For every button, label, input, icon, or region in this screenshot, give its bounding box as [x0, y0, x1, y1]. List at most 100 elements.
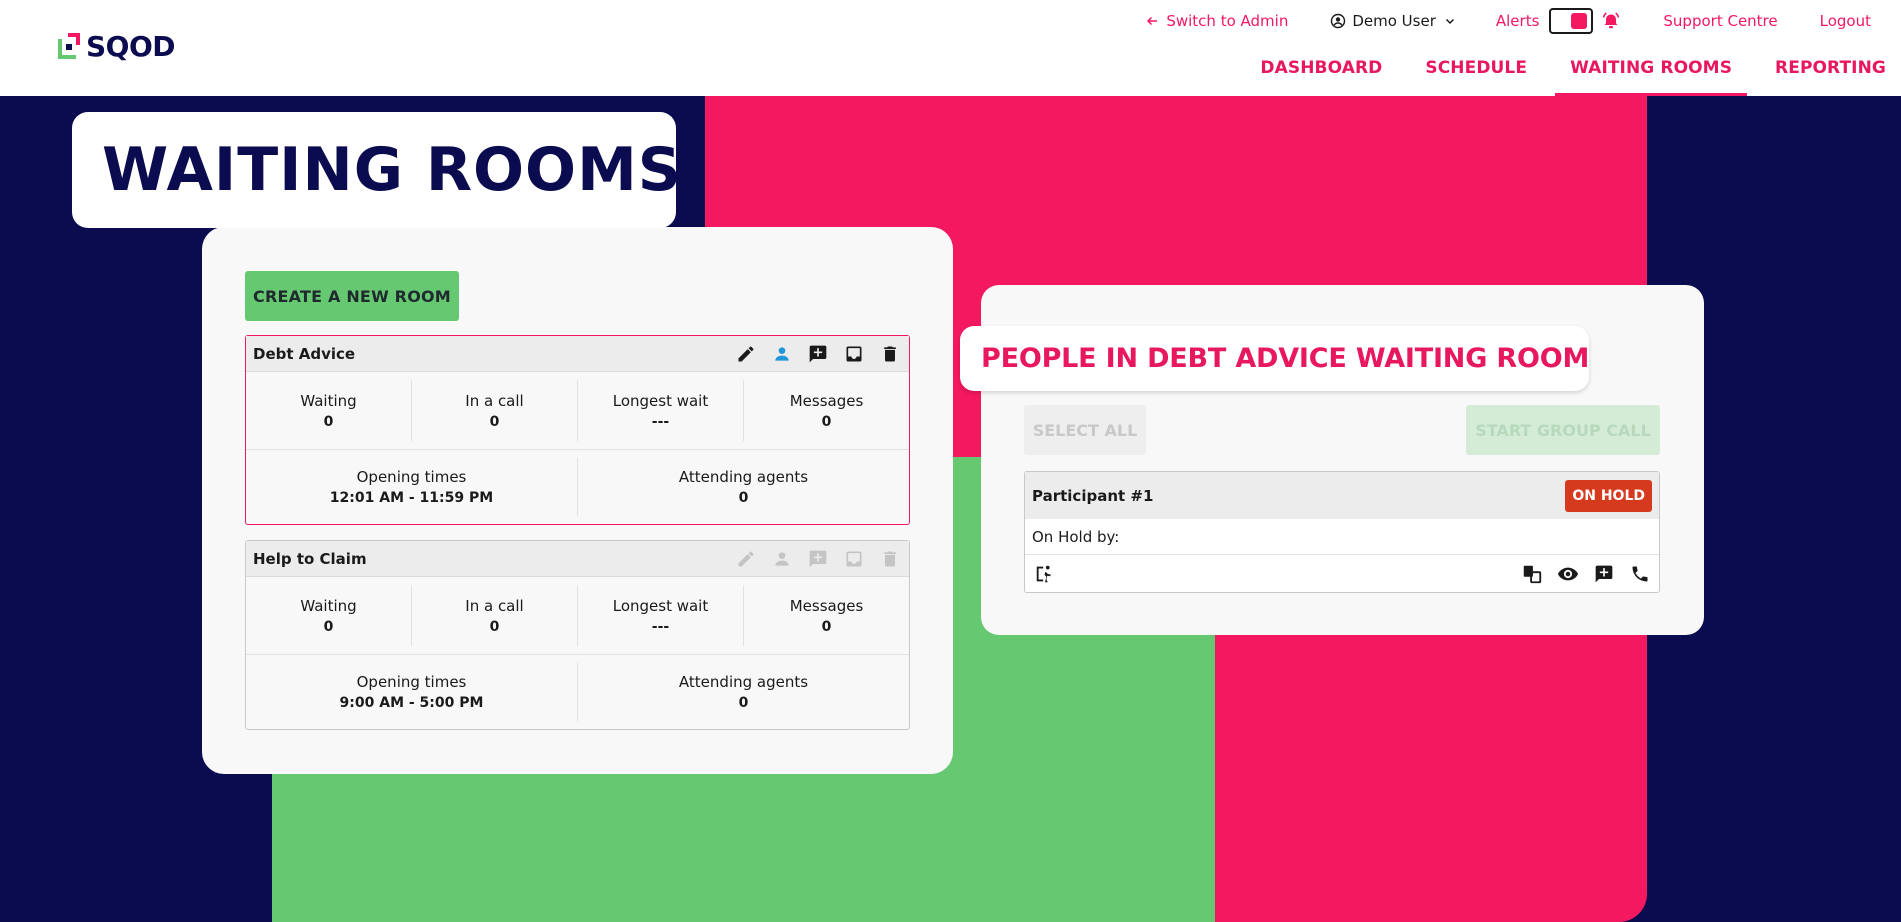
- info-value: 0: [738, 490, 749, 506]
- rooms-panel: CREATE A NEW ROOM Debt Advice Waiting 0 I…: [202, 227, 953, 774]
- nav-waiting-rooms[interactable]: WAITING ROOMS: [1555, 54, 1747, 96]
- user-menu[interactable]: Demo User: [1330, 12, 1456, 30]
- logout-label: Logout: [1819, 12, 1871, 30]
- header: SQOD Switch to Admin Demo User Alerts Su…: [0, 0, 1901, 96]
- page-title: WAITING ROOMS: [102, 135, 682, 205]
- info-value: 0: [738, 695, 749, 711]
- stat-value: ---: [651, 413, 670, 430]
- switch-to-admin-label: Switch to Admin: [1166, 12, 1289, 30]
- stat-value: 0: [821, 413, 832, 430]
- status-badge: ON HOLD: [1565, 479, 1652, 512]
- stat-value: 0: [489, 618, 500, 635]
- support-centre-label: Support Centre: [1663, 12, 1778, 30]
- stat-value: 0: [489, 413, 500, 430]
- nav-reporting[interactable]: REPORTING: [1760, 54, 1901, 96]
- main-nav: DASHBOARD SCHEDULE WAITING ROOMS REPORTI…: [1232, 54, 1901, 96]
- info-label: Attending agents: [678, 468, 809, 486]
- stat-waiting: Waiting 0: [246, 380, 411, 441]
- inbox-icon[interactable]: [843, 548, 865, 570]
- stat-waiting: Waiting 0: [246, 585, 411, 646]
- stat-label: Messages: [789, 596, 864, 615]
- inbox-icon[interactable]: [843, 343, 865, 365]
- nav-dashboard[interactable]: DASHBOARD: [1245, 54, 1397, 96]
- nav-schedule[interactable]: SCHEDULE: [1410, 54, 1542, 96]
- room-info: Opening times 9:00 AM - 5:00 PM Attending…: [246, 655, 909, 729]
- stat-label: Waiting: [300, 391, 357, 410]
- chevron-down-icon: [1445, 18, 1454, 25]
- person-icon[interactable]: [771, 548, 793, 570]
- stat-value: ---: [651, 618, 670, 635]
- alarm-bell-icon[interactable]: [1601, 11, 1621, 31]
- stat-label: Waiting: [300, 596, 357, 615]
- info-opening-times: Opening times 9:00 AM - 5:00 PM: [246, 663, 577, 721]
- info-value: 12:01 AM - 11:59 PM: [329, 490, 494, 506]
- participant-name: Participant #1: [1032, 486, 1154, 505]
- stat-label: Longest wait: [612, 391, 709, 410]
- transfer-icon[interactable]: [1520, 562, 1543, 585]
- add-comment-icon[interactable]: [1592, 562, 1615, 585]
- logo-text: SQOD: [86, 30, 176, 63]
- participant-right-actions: [1507, 562, 1651, 585]
- add-comment-icon[interactable]: [807, 343, 829, 365]
- support-centre-link[interactable]: Support Centre: [1663, 12, 1777, 30]
- page-title-box: WAITING ROOMS: [72, 112, 681, 228]
- stat-in-call: In a call 0: [411, 585, 577, 646]
- room-stats: Waiting 0 In a call 0 Longest wait --- Mess…: [246, 372, 909, 450]
- start-group-call-button[interactable]: START GROUP CALL: [1466, 405, 1660, 455]
- stat-in-call: In a call 0: [411, 380, 577, 441]
- room-header: Debt Advice: [246, 336, 909, 372]
- participant-card[interactable]: Participant #1 ON HOLD On Hold by:: [1024, 471, 1660, 593]
- stat-label: Messages: [789, 391, 864, 410]
- trash-icon[interactable]: [879, 343, 901, 365]
- select-all-button[interactable]: SELECT ALL: [1024, 405, 1146, 455]
- stat-messages: Messages 0: [743, 380, 909, 441]
- people-panel-title: PEOPLE IN DEBT ADVICE WAITING ROOM: [981, 343, 1590, 374]
- room-name: Debt Advice: [253, 344, 356, 363]
- eye-icon[interactable]: [1556, 562, 1579, 585]
- alerts-control: Alerts: [1496, 8, 1622, 34]
- room-stats: Waiting 0 In a call 0 Longest wait --- Mess…: [246, 577, 909, 655]
- pencil-icon[interactable]: [735, 548, 757, 570]
- room-actions: [721, 343, 901, 365]
- arrow-left-icon: [1147, 16, 1158, 26]
- on-hold-by: On Hold by:: [1025, 519, 1659, 555]
- room-header: Help to Claim: [246, 541, 909, 577]
- stat-label: Longest wait: [612, 596, 709, 615]
- add-comment-icon[interactable]: [807, 548, 829, 570]
- stat-label: In a call: [465, 596, 524, 615]
- logo-mark-icon: [58, 32, 82, 61]
- stat-value: 0: [323, 618, 334, 635]
- room-actions: [721, 548, 901, 570]
- info-opening-times: Opening times 12:01 AM - 11:59 PM: [246, 458, 577, 516]
- info-attending-agents: Attending agents 0: [577, 458, 909, 516]
- logout-link[interactable]: Logout: [1820, 12, 1871, 30]
- stat-longest-wait: Longest wait ---: [577, 585, 743, 646]
- create-room-button[interactable]: CREATE A NEW ROOM: [245, 271, 459, 321]
- stat-label: In a call: [465, 391, 524, 410]
- pencil-icon[interactable]: [735, 343, 757, 365]
- user-name: Demo User: [1352, 12, 1436, 30]
- stat-longest-wait: Longest wait ---: [577, 380, 743, 441]
- user-circle-icon: [1331, 13, 1346, 29]
- stat-value: 0: [821, 618, 832, 635]
- participant-actions: [1025, 555, 1659, 592]
- trash-icon[interactable]: [879, 548, 901, 570]
- room-card-debt-advice[interactable]: Debt Advice Waiting 0 In a call 0 Longest …: [245, 335, 910, 525]
- info-value: 9:00 AM - 5:00 PM: [339, 695, 484, 711]
- switch-to-admin-link[interactable]: Switch to Admin: [1146, 12, 1288, 30]
- logo[interactable]: SQOD: [58, 30, 176, 63]
- stat-value: 0: [323, 413, 334, 430]
- phone-icon[interactable]: [1628, 562, 1651, 585]
- stat-messages: Messages 0: [743, 585, 909, 646]
- room-card-help-to-claim[interactable]: Help to Claim Waiting 0 In a call 0 Longes…: [245, 540, 910, 730]
- alerts-label: Alerts: [1495, 12, 1540, 30]
- room-info: Opening times 12:01 AM - 11:59 PM Attendi…: [246, 450, 909, 524]
- alerts-toggle[interactable]: [1549, 8, 1594, 34]
- people-panel-title-box: PEOPLE IN DEBT ADVICE WAITING ROOM: [960, 326, 1589, 391]
- participant-header: Participant #1 ON HOLD: [1025, 472, 1659, 519]
- info-label: Opening times: [356, 468, 467, 486]
- info-attending-agents: Attending agents 0: [577, 663, 909, 721]
- person-icon[interactable]: [771, 343, 793, 365]
- move-exit-icon[interactable]: [1033, 562, 1057, 586]
- info-label: Opening times: [356, 673, 467, 691]
